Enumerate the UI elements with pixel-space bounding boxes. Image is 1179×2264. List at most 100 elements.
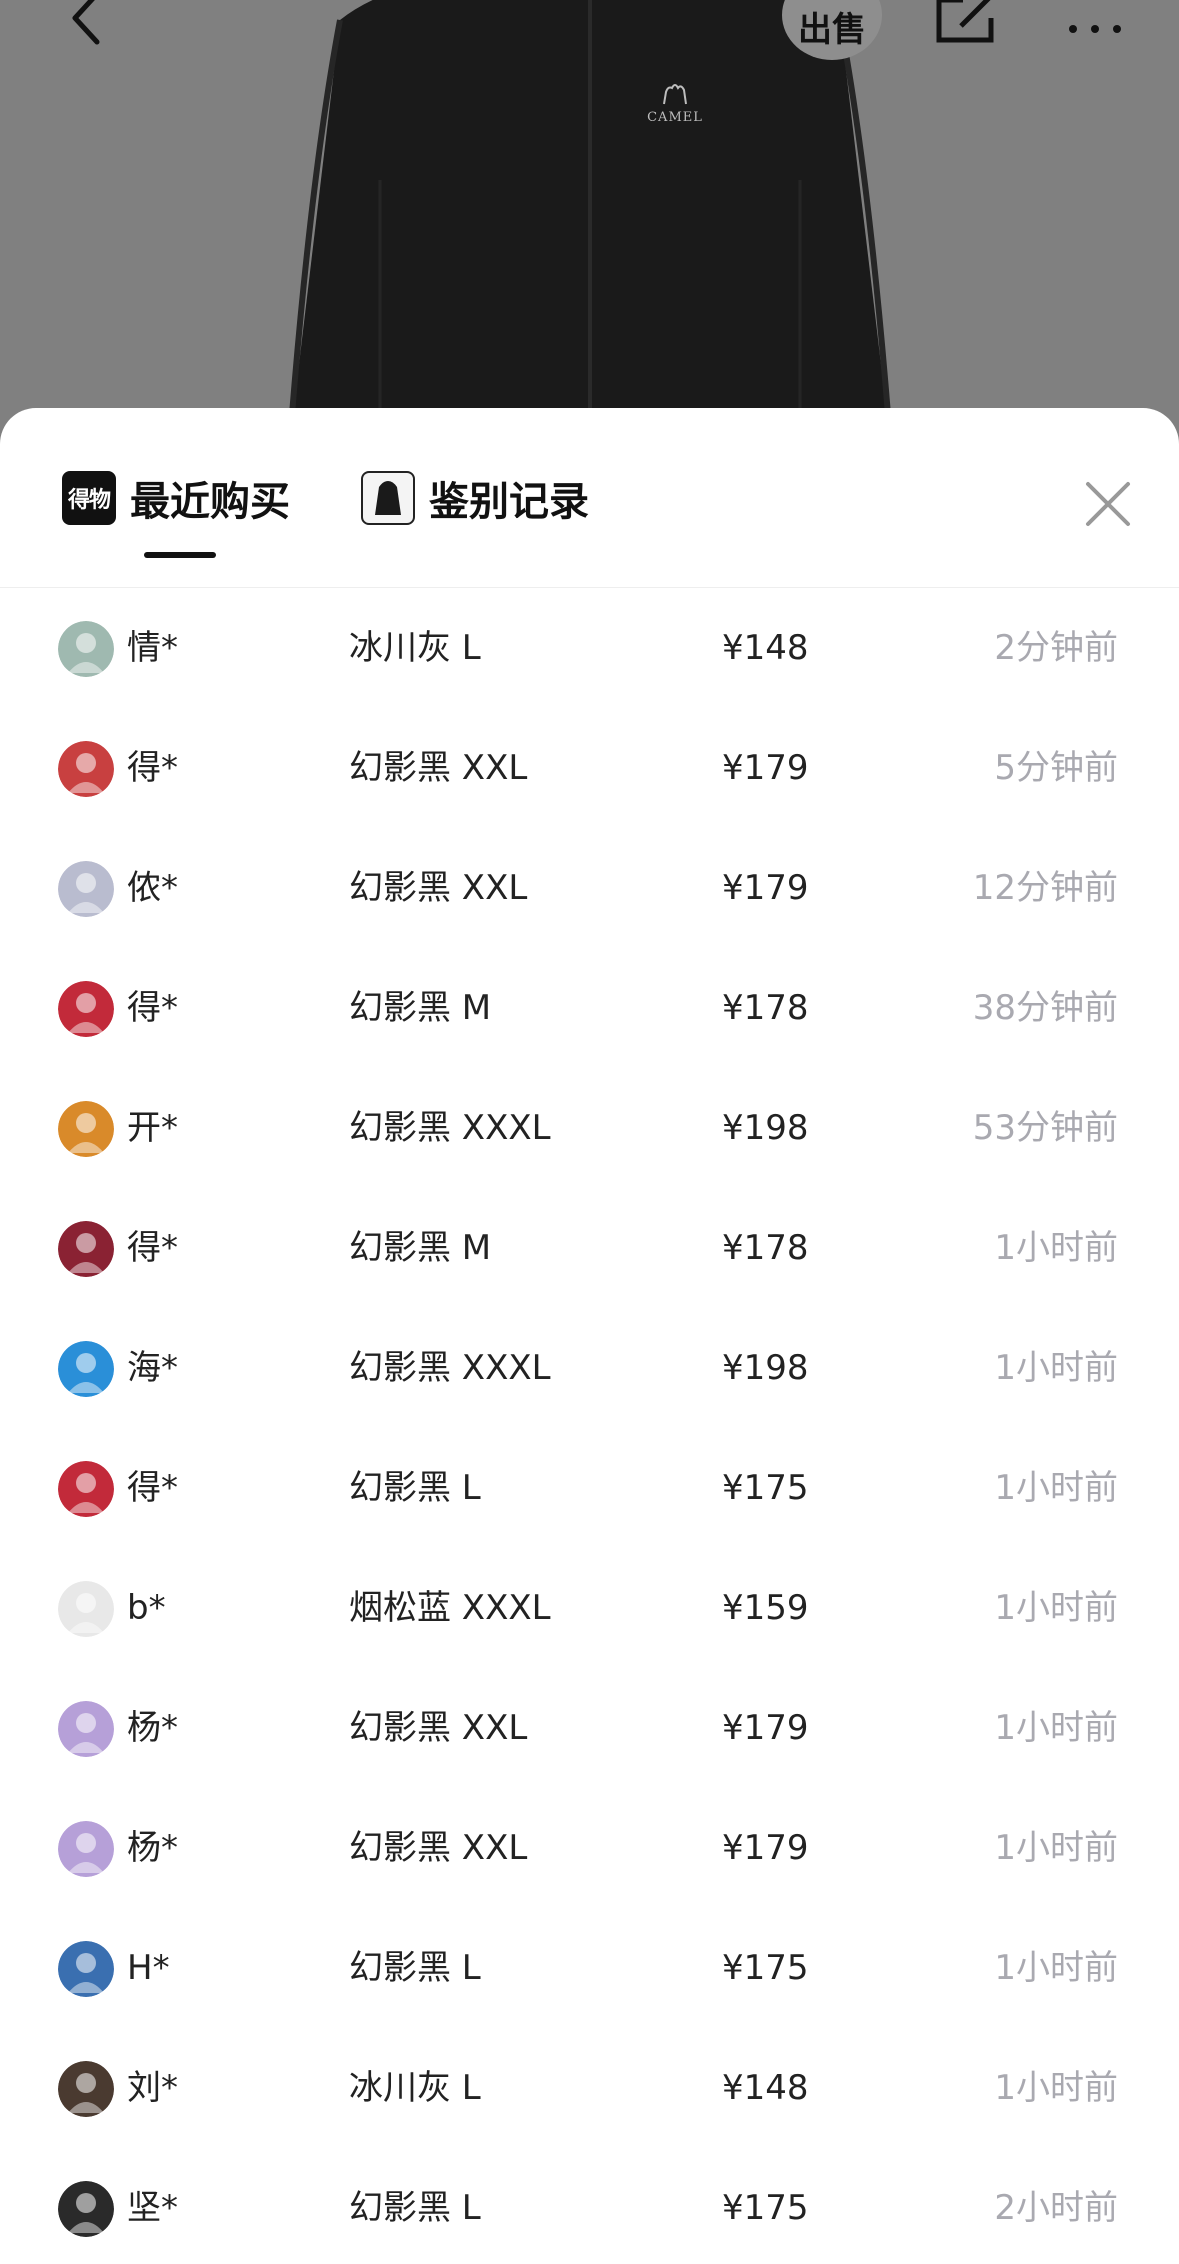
purchase-price: ¥175 (722, 1948, 809, 1988)
dewu-logo-icon: 得物 (62, 471, 116, 525)
tab-appraisal-records-label: 鉴别记录 (429, 479, 589, 525)
buyer-avatar (58, 741, 114, 797)
back-button[interactable] (55, 0, 115, 50)
buyer-name: 海* (127, 1348, 178, 1388)
purchase-price: ¥175 (722, 1468, 809, 1508)
tab-recent-purchases-label: 最近购买 (130, 479, 290, 525)
product-spec: 烟松蓝 XXXL (349, 1588, 551, 1628)
active-tab-indicator (144, 552, 216, 558)
buyer-avatar (58, 1581, 114, 1637)
purchase-time: 2小时前 (994, 2188, 1118, 2228)
chevron-left-icon (72, 0, 100, 45)
buyer-name: 情* (127, 628, 178, 668)
product-spec: 幻影黑 XXL (349, 1828, 528, 1868)
product-image-backdrop: CAMEL 出售 (0, 0, 1179, 440)
buyer-avatar (58, 2061, 114, 2117)
brand-logo: CAMEL (640, 78, 710, 125)
purchase-record-row: 侬* 幻影黑 XXL ¥179 12分钟前 (0, 830, 1179, 950)
buyer-name: 杨* (127, 1828, 178, 1868)
purchase-time: 1小时前 (994, 1708, 1118, 1748)
purchase-time: 38分钟前 (972, 988, 1118, 1028)
purchase-record-row: 海* 幻影黑 XXXL ¥198 1小时前 (0, 1310, 1179, 1430)
sell-label: 出售 (798, 9, 866, 50)
purchase-record-row: 情* 冰川灰 L ¥148 2分钟前 (0, 590, 1179, 710)
purchase-price: ¥148 (722, 2068, 809, 2108)
product-spec: 幻影黑 L (349, 2188, 481, 2228)
purchase-price: ¥159 (722, 1588, 809, 1628)
recent-purchases-sheet: 得物 最近购买 鉴别记录 情* 冰川灰 L ¥148 2分钟前得* 幻影黑 XXL ¥17… (0, 408, 1179, 2264)
product-spec: 幻影黑 L (349, 1468, 481, 1508)
buyer-name: 开* (127, 1108, 178, 1148)
purchase-price: ¥179 (722, 868, 809, 908)
purchase-price: ¥178 (722, 1228, 809, 1268)
share-button[interactable] (930, 0, 1000, 50)
purchase-time: 53分钟前 (972, 1108, 1118, 1148)
purchase-time: 5分钟前 (994, 748, 1118, 788)
camel-logo-icon (663, 84, 687, 105)
close-icon (1086, 482, 1130, 526)
purchase-price: ¥175 (722, 2188, 809, 2228)
product-spec: 幻影黑 M (349, 1228, 492, 1268)
buyer-avatar (58, 861, 114, 917)
more-button[interactable] (1060, 0, 1130, 50)
purchase-price: ¥148 (722, 628, 809, 668)
purchase-record-row: 得* 幻影黑 M ¥178 1小时前 (0, 1190, 1179, 1310)
purchase-record-row: 刘* 冰川灰 L ¥148 1小时前 (0, 2030, 1179, 2150)
buyer-name: b* (127, 1588, 166, 1628)
purchase-price: ¥198 (722, 1348, 809, 1388)
product-spec: 冰川灰 L (349, 628, 481, 668)
purchase-record-row: b* 烟松蓝 XXXL ¥159 1小时前 (0, 1550, 1179, 1670)
sheet-tabs: 得物 最近购买 鉴别记录 (0, 408, 1179, 588)
tab-recent-purchases[interactable]: 得物 最近购买 (62, 468, 290, 528)
share-icon (936, 0, 994, 43)
product-spec: 幻影黑 M (349, 988, 492, 1028)
purchase-records-list: 情* 冰川灰 L ¥148 2分钟前 得* 幻影黑 XXL ¥179 5分钟前 侬* 幻影黑 XX… (0, 590, 1179, 2264)
purchase-time: 1小时前 (994, 1588, 1118, 1628)
dewu-logo-text: 得物 (67, 488, 111, 513)
jacket-image (287, 0, 893, 440)
product-spec: 冰川灰 L (349, 2068, 481, 2108)
buyer-avatar (58, 1101, 114, 1157)
product-spec: 幻影黑 XXL (349, 1708, 528, 1748)
buyer-avatar (58, 1221, 114, 1277)
buyer-name: 得* (127, 988, 178, 1028)
buyer-avatar (58, 2181, 114, 2237)
purchase-record-row: 杨* 幻影黑 XXL ¥179 1小时前 (0, 1670, 1179, 1790)
buyer-name: 刘* (127, 2068, 178, 2108)
purchase-record-row: 得* 幻影黑 M ¥178 38分钟前 (0, 950, 1179, 1070)
purchase-time: 12分钟前 (972, 868, 1118, 908)
product-spec: 幻影黑 XXXL (349, 1348, 551, 1388)
product-spec: 幻影黑 XXXL (349, 1108, 551, 1148)
buyer-avatar (58, 1341, 114, 1397)
tab-appraisal-records[interactable]: 鉴别记录 (361, 468, 589, 528)
buyer-name: 得* (127, 748, 178, 788)
purchase-record-row: 得* 幻影黑 XXL ¥179 5分钟前 (0, 710, 1179, 830)
purchase-time: 2分钟前 (994, 628, 1118, 668)
buyer-name: 坚* (127, 2188, 178, 2228)
purchase-price: ¥178 (722, 988, 809, 1028)
purchase-record-row: 杨* 幻影黑 XXL ¥179 1小时前 (0, 1790, 1179, 1910)
close-button[interactable] (1080, 476, 1136, 532)
brand-logo-text: CAMEL (647, 110, 703, 125)
purchase-price: ¥198 (722, 1108, 809, 1148)
buyer-avatar (58, 981, 114, 1037)
product-spec: 幻影黑 L (349, 1948, 481, 1988)
purchase-time: 1小时前 (994, 2068, 1118, 2108)
purchase-time: 1小时前 (994, 1228, 1118, 1268)
buyer-name: 得* (127, 1468, 178, 1508)
more-dots-icon (1069, 25, 1121, 33)
buyer-name: 得* (127, 1228, 178, 1268)
product-spec: 幻影黑 XXL (349, 868, 528, 908)
purchase-time: 1小时前 (994, 1948, 1118, 1988)
purchase-time: 1小时前 (994, 1828, 1118, 1868)
buyer-avatar (58, 621, 114, 677)
buyer-name: H* (127, 1948, 170, 1988)
purchase-time: 1小时前 (994, 1348, 1118, 1388)
product-spec: 幻影黑 XXL (349, 748, 528, 788)
buyer-avatar (58, 1701, 114, 1757)
buyer-avatar (58, 1821, 114, 1877)
purchase-record-row: 得* 幻影黑 L ¥175 1小时前 (0, 1430, 1179, 1550)
buyer-avatar (58, 1461, 114, 1517)
purchase-record-row: 开* 幻影黑 XXXL ¥198 53分钟前 (0, 1070, 1179, 1190)
purchase-record-row: H* 幻影黑 L ¥175 1小时前 (0, 1910, 1179, 2030)
